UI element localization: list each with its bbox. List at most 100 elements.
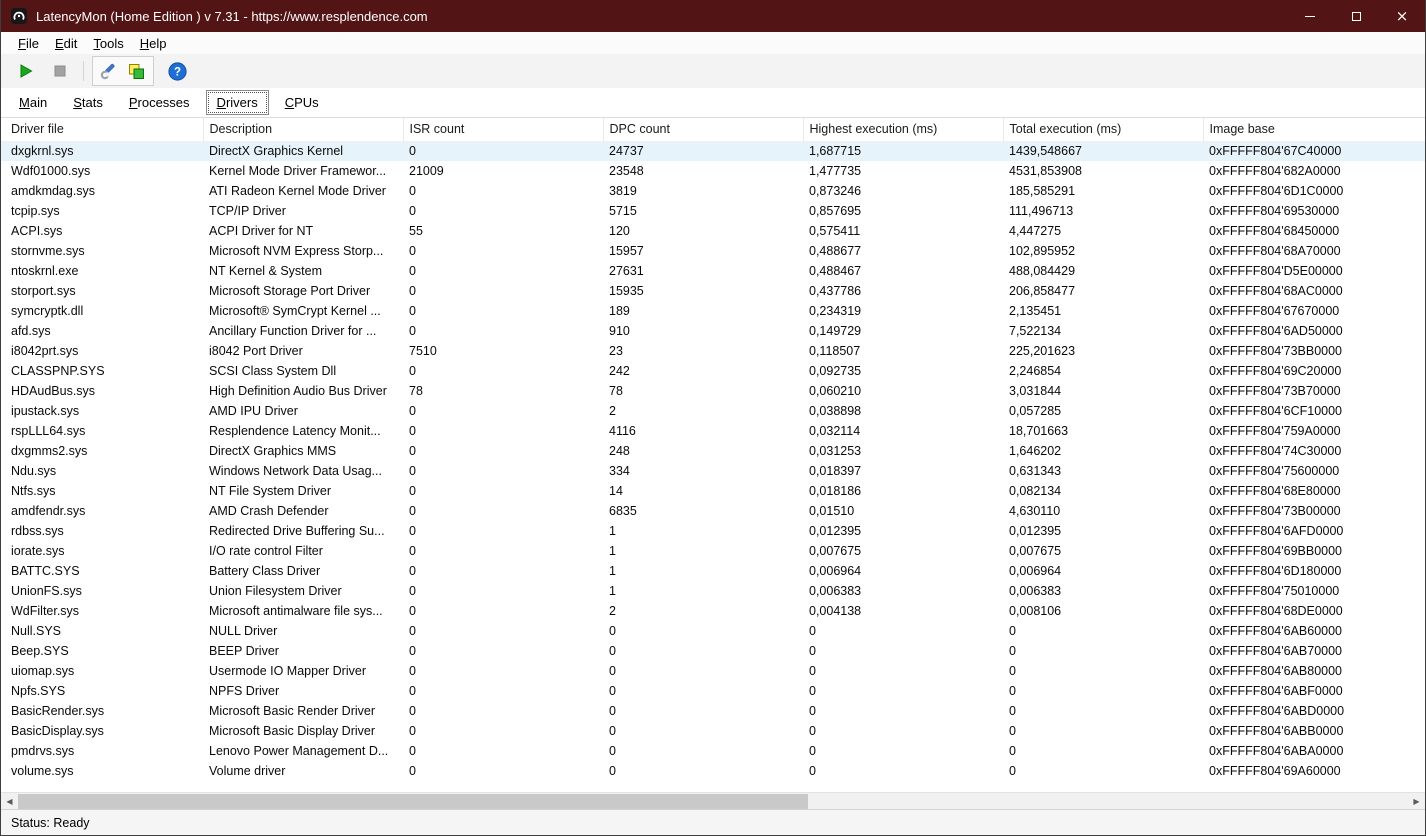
cell-highest-execution[interactable]: 0 bbox=[803, 761, 1003, 781]
cell-highest-execution[interactable]: 0,060210 bbox=[803, 381, 1003, 401]
cell-description[interactable]: Ancillary Function Driver for ... bbox=[203, 321, 403, 341]
cell-image-base[interactable]: 0xFFFFF804'D5E00000 bbox=[1203, 261, 1425, 281]
cell-total-execution[interactable]: 0 bbox=[1003, 681, 1203, 701]
tab-processes[interactable]: Processes bbox=[119, 91, 200, 114]
cell-total-execution[interactable]: 0 bbox=[1003, 661, 1203, 681]
cell-highest-execution[interactable]: 0,488467 bbox=[803, 261, 1003, 281]
cell-dpc-count[interactable]: 0 bbox=[603, 681, 803, 701]
table-row[interactable]: dxgmms2.sys DirectX Graphics MMS 0 248 0… bbox=[1, 441, 1425, 461]
cell-total-execution[interactable]: 1,646202 bbox=[1003, 441, 1203, 461]
cell-image-base[interactable]: 0xFFFFF804'6ABF0000 bbox=[1203, 681, 1425, 701]
cell-image-base[interactable]: 0xFFFFF804'73B70000 bbox=[1203, 381, 1425, 401]
table-row[interactable]: dxgkrnl.sys DirectX Graphics Kernel 0 24… bbox=[1, 141, 1425, 161]
cell-isr-count[interactable]: 0 bbox=[403, 521, 603, 541]
cell-total-execution[interactable]: 111,496713 bbox=[1003, 201, 1203, 221]
cell-image-base[interactable]: 0xFFFFF804'73BB0000 bbox=[1203, 341, 1425, 361]
table-row[interactable]: rdbss.sys Redirected Drive Buffering Su.… bbox=[1, 521, 1425, 541]
copy-report-button[interactable] bbox=[123, 58, 149, 84]
cell-dpc-count[interactable]: 5715 bbox=[603, 201, 803, 221]
cell-image-base[interactable]: 0xFFFFF804'682A0000 bbox=[1203, 161, 1425, 181]
cell-total-execution[interactable]: 488,084429 bbox=[1003, 261, 1203, 281]
cell-dpc-count[interactable]: 2 bbox=[603, 401, 803, 421]
cell-highest-execution[interactable]: 0,575411 bbox=[803, 221, 1003, 241]
cell-image-base[interactable]: 0xFFFFF804'6D1C0000 bbox=[1203, 181, 1425, 201]
column-header-image-base[interactable]: Image base bbox=[1203, 118, 1425, 142]
cell-image-base[interactable]: 0xFFFFF804'6AB60000 bbox=[1203, 621, 1425, 641]
cell-isr-count[interactable]: 0 bbox=[403, 701, 603, 721]
help-button[interactable]: ? bbox=[164, 58, 190, 84]
cell-driver-file[interactable]: dxgmms2.sys bbox=[1, 441, 203, 461]
cell-description[interactable]: DirectX Graphics Kernel bbox=[203, 141, 403, 161]
cell-driver-file[interactable]: dxgkrnl.sys bbox=[1, 141, 203, 161]
cell-highest-execution[interactable]: 0,437786 bbox=[803, 281, 1003, 301]
cell-isr-count[interactable]: 0 bbox=[403, 461, 603, 481]
menu-tools[interactable]: Tools bbox=[85, 34, 131, 53]
cell-image-base[interactable]: 0xFFFFF804'6CF10000 bbox=[1203, 401, 1425, 421]
scroll-left-arrow-icon[interactable]: ◀ bbox=[1, 793, 18, 809]
cell-dpc-count[interactable]: 15957 bbox=[603, 241, 803, 261]
cell-total-execution[interactable]: 0,012395 bbox=[1003, 521, 1203, 541]
cell-isr-count[interactable]: 21009 bbox=[403, 161, 603, 181]
cell-total-execution[interactable]: 0 bbox=[1003, 701, 1203, 721]
column-header-isr-count[interactable]: ISR count bbox=[403, 118, 604, 142]
cell-description[interactable]: Kernel Mode Driver Framewor... bbox=[203, 161, 403, 181]
maximize-button[interactable] bbox=[1333, 0, 1379, 32]
table-row[interactable]: stornvme.sys Microsoft NVM Express Storp… bbox=[1, 241, 1425, 261]
cell-highest-execution[interactable]: 0 bbox=[803, 721, 1003, 741]
cell-description[interactable]: Resplendence Latency Monit... bbox=[203, 421, 403, 441]
cell-description[interactable]: TCP/IP Driver bbox=[203, 201, 403, 221]
cell-dpc-count[interactable]: 15935 bbox=[603, 281, 803, 301]
cell-driver-file[interactable]: BasicRender.sys bbox=[1, 701, 203, 721]
cell-isr-count[interactable]: 0 bbox=[403, 761, 603, 781]
cell-driver-file[interactable]: UnionFS.sys bbox=[1, 581, 203, 601]
tab-stats[interactable]: Stats bbox=[63, 91, 113, 114]
cell-total-execution[interactable]: 0 bbox=[1003, 621, 1203, 641]
table-row[interactable]: ipustack.sys AMD IPU Driver 0 2 0,038898… bbox=[1, 401, 1425, 421]
table-row[interactable]: ntoskrnl.exe NT Kernel & System 0 27631 … bbox=[1, 261, 1425, 281]
cell-image-base[interactable]: 0xFFFFF804'6ABD0000 bbox=[1203, 701, 1425, 721]
cell-dpc-count[interactable]: 1 bbox=[603, 541, 803, 561]
cell-driver-file[interactable]: Null.SYS bbox=[1, 621, 203, 641]
cell-description[interactable]: Union Filesystem Driver bbox=[203, 581, 403, 601]
cell-image-base[interactable]: 0xFFFFF804'6ABA0000 bbox=[1203, 741, 1425, 761]
cell-total-execution[interactable]: 0 bbox=[1003, 761, 1203, 781]
cell-description[interactable]: SCSI Class System Dll bbox=[203, 361, 403, 381]
cell-dpc-count[interactable]: 910 bbox=[603, 321, 803, 341]
cell-dpc-count[interactable]: 23 bbox=[603, 341, 803, 361]
cell-highest-execution[interactable]: 0,007675 bbox=[803, 541, 1003, 561]
cell-isr-count[interactable]: 0 bbox=[403, 541, 603, 561]
cell-total-execution[interactable]: 2,246854 bbox=[1003, 361, 1203, 381]
table-row[interactable]: uiomap.sys Usermode IO Mapper Driver 0 0… bbox=[1, 661, 1425, 681]
cell-highest-execution[interactable]: 0,031253 bbox=[803, 441, 1003, 461]
cell-dpc-count[interactable]: 1 bbox=[603, 581, 803, 601]
table-row[interactable]: CLASSPNP.SYS SCSI Class System Dll 0 242… bbox=[1, 361, 1425, 381]
cell-driver-file[interactable]: WdFilter.sys bbox=[1, 601, 203, 621]
cell-dpc-count[interactable]: 189 bbox=[603, 301, 803, 321]
cell-description[interactable]: Volume driver bbox=[203, 761, 403, 781]
cell-isr-count[interactable]: 0 bbox=[403, 241, 603, 261]
cell-image-base[interactable]: 0xFFFFF804'6AB80000 bbox=[1203, 661, 1425, 681]
cell-isr-count[interactable]: 0 bbox=[403, 301, 603, 321]
cell-image-base[interactable]: 0xFFFFF804'69C20000 bbox=[1203, 361, 1425, 381]
cell-image-base[interactable]: 0xFFFFF804'68A70000 bbox=[1203, 241, 1425, 261]
cell-description[interactable]: i8042 Port Driver bbox=[203, 341, 403, 361]
cell-image-base[interactable]: 0xFFFFF804'69A60000 bbox=[1203, 761, 1425, 781]
cell-isr-count[interactable]: 0 bbox=[403, 361, 603, 381]
cell-isr-count[interactable]: 0 bbox=[403, 621, 603, 641]
cell-description[interactable]: Battery Class Driver bbox=[203, 561, 403, 581]
cell-isr-count[interactable]: 0 bbox=[403, 261, 603, 281]
minimize-button[interactable] bbox=[1287, 0, 1333, 32]
table-row[interactable]: storport.sys Microsoft Storage Port Driv… bbox=[1, 281, 1425, 301]
cell-isr-count[interactable]: 0 bbox=[403, 681, 603, 701]
cell-description[interactable]: DirectX Graphics MMS bbox=[203, 441, 403, 461]
cell-total-execution[interactable]: 0,631343 bbox=[1003, 461, 1203, 481]
cell-driver-file[interactable]: ipustack.sys bbox=[1, 401, 203, 421]
cell-description[interactable]: NULL Driver bbox=[203, 621, 403, 641]
cell-dpc-count[interactable]: 3819 bbox=[603, 181, 803, 201]
cell-highest-execution[interactable]: 0,488677 bbox=[803, 241, 1003, 261]
cell-description[interactable]: Usermode IO Mapper Driver bbox=[203, 661, 403, 681]
cell-description[interactable]: Microsoft antimalware file sys... bbox=[203, 601, 403, 621]
cell-driver-file[interactable]: storport.sys bbox=[1, 281, 203, 301]
cell-dpc-count[interactable]: 1 bbox=[603, 561, 803, 581]
cell-description[interactable]: NT Kernel & System bbox=[203, 261, 403, 281]
